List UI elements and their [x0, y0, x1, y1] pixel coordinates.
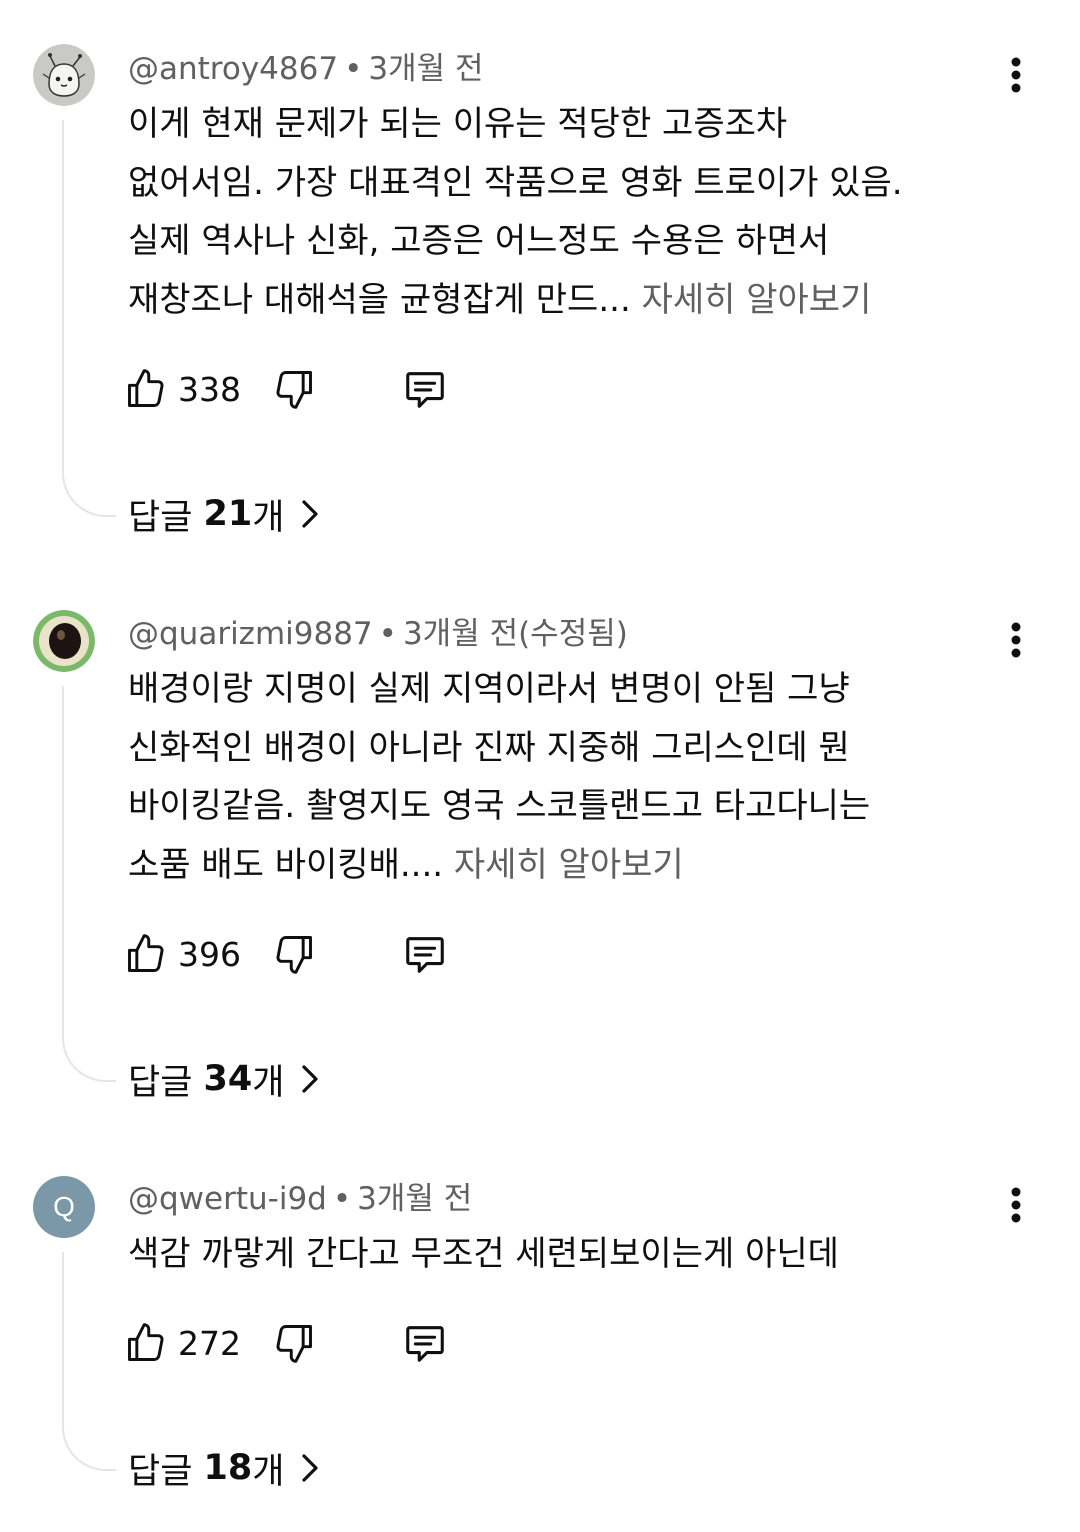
replies-unit: 개 [252, 1451, 285, 1492]
comment-body: 색감 까맣게 간다고 무조건 세련되보이는게 아닌데 [128, 1225, 1028, 1284]
comment-time: 3개월 전 [357, 1181, 473, 1217]
chevron-right-icon [302, 1454, 319, 1482]
avatar[interactable]: Q [33, 1176, 95, 1238]
more-options-button[interactable] [992, 1181, 1040, 1229]
thread-line [62, 1252, 116, 1471]
comment-meta: @qwertu-i9d • 3개월 전 [128, 1179, 472, 1219]
comment-actions: 272 [124, 1317, 484, 1369]
author-handle[interactable]: @qwertu-i9d [128, 1181, 327, 1217]
reply-button[interactable] [402, 1317, 448, 1369]
thumbs-up-icon [128, 1323, 164, 1361]
comment-line: 색감 까맣게 간다고 무조건 세련되보이는게 아닌데 [128, 1234, 839, 1274]
replies-button[interactable]: 답글 18 개 [128, 1443, 324, 1493]
thumbs-down-icon [276, 1325, 312, 1363]
more-vertical-icon [1011, 1187, 1021, 1223]
separator-dot: • [332, 1181, 352, 1217]
comment-3: Q @qwertu-i9d • 3개월 전 색감 까맣게 간다고 무조건 세련되보이… [0, 0, 1080, 1532]
like-button[interactable]: 272 [124, 1317, 241, 1369]
like-count: 272 [178, 1323, 241, 1363]
replies-label: 답글 [128, 1451, 193, 1492]
comment-icon [406, 1326, 444, 1362]
replies-count: 18 [203, 1448, 253, 1488]
dislike-button[interactable] [272, 1317, 316, 1369]
avatar-letter: Q [53, 1191, 75, 1222]
